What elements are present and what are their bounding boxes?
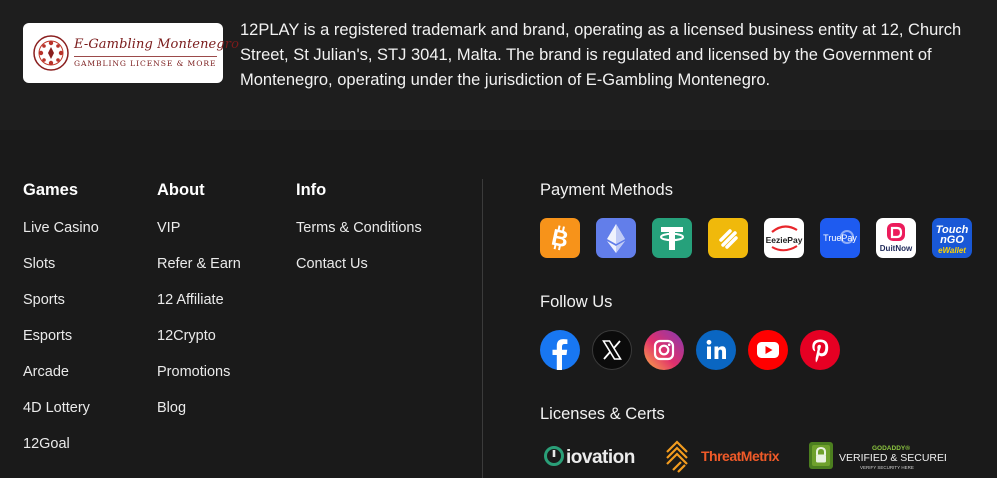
e-gambling-montenegro-badge[interactable]: E-Gambling Montenegro GAMBLING LICENSE &… (23, 23, 239, 83)
godaddy-verified-secured-badge[interactable]: GODADDY® VERIFIED & SECURED VERIFY SECUR… (808, 436, 952, 476)
godaddy-verified-label: VERIFIED & SECURED (839, 452, 946, 464)
footer-column-title: Games (23, 181, 79, 199)
footer-column-info: Info Terms & Conditions Contact Us (296, 180, 422, 290)
footer-link-live-casino[interactable]: Live Casino (23, 218, 99, 254)
footer-link-sports[interactable]: Sports (23, 290, 99, 326)
footer-link-refer-earn[interactable]: Refer & Earn (157, 254, 241, 290)
truepay-label: TruePay (823, 233, 857, 243)
touch-n-go-label-bottom: eWallet (938, 246, 966, 255)
iovation-logo[interactable]: iovation (544, 436, 644, 476)
follow-us-title: Follow Us (540, 293, 613, 311)
footer-link-arcade[interactable]: Arcade (23, 362, 99, 398)
footer-divider (482, 179, 483, 478)
license-statement: 12PLAY is a registered trademark and bra… (240, 21, 962, 89)
threatmetrix-logo[interactable]: ThreatMetrix (664, 436, 792, 476)
eeziepay-label: EeziePay (766, 235, 803, 245)
badge-subtitle: GAMBLING LICENSE & MORE (74, 59, 217, 68)
footer-column-title: Info (296, 181, 327, 199)
licenses-certs-title: Licenses & Certs (540, 405, 665, 423)
footer-link-blog[interactable]: Blog (157, 398, 241, 434)
youtube-icon[interactable] (748, 330, 788, 370)
touch-n-go-label-mid: nGO (940, 234, 964, 246)
truepay-icon[interactable]: TruePay (820, 218, 860, 258)
godaddy-brand-label: GODADDY® (872, 444, 910, 452)
tether-icon[interactable] (652, 218, 692, 258)
eeziepay-icon[interactable]: EeziePay (764, 218, 804, 258)
footer-link-terms-conditions[interactable]: Terms & Conditions (296, 218, 422, 254)
footer-link-12crypto[interactable]: 12Crypto (157, 326, 241, 362)
seal-icon (33, 35, 69, 71)
footer-link-12-affiliate[interactable]: 12 Affiliate (157, 290, 241, 326)
binance-pay-icon[interactable] (708, 218, 748, 258)
license-section: E-Gambling Montenegro GAMBLING LICENSE &… (0, 0, 997, 130)
badge-title: E-Gambling Montenegro (74, 37, 240, 52)
linkedin-icon[interactable] (696, 330, 736, 370)
footer (0, 130, 997, 478)
footer-link-12goal[interactable]: 12Goal (23, 434, 99, 470)
bitcoin-icon[interactable]: B (540, 218, 580, 258)
threatmetrix-label: ThreatMetrix (701, 448, 780, 464)
footer-column-games: Games Live Casino Slots Sports Esports A… (23, 180, 99, 470)
touch-n-go-icon[interactable]: Touch nGO eWallet (932, 218, 972, 258)
godaddy-verify-label: VERIFY SECURITY HERE (860, 465, 914, 470)
payment-methods-title: Payment Methods (540, 181, 673, 199)
footer-link-vip[interactable]: VIP (157, 218, 241, 254)
facebook-icon[interactable] (540, 330, 580, 370)
footer-column-title: About (157, 181, 205, 199)
ethereum-icon[interactable] (596, 218, 636, 258)
pinterest-icon[interactable] (800, 330, 840, 370)
duitnow-label: DuitNow (880, 244, 913, 253)
footer-link-4d-lottery[interactable]: 4D Lottery (23, 398, 99, 434)
instagram-icon[interactable] (644, 330, 684, 370)
footer-link-esports[interactable]: Esports (23, 326, 99, 362)
footer-link-contact-us[interactable]: Contact Us (296, 254, 422, 290)
footer-column-about: About VIP Refer & Earn 12 Affiliate 12Cr… (157, 180, 241, 434)
footer-link-promotions[interactable]: Promotions (157, 362, 241, 398)
duitnow-icon[interactable]: DuitNow (876, 218, 916, 258)
x-twitter-icon[interactable] (592, 330, 632, 370)
footer-link-slots[interactable]: Slots (23, 254, 99, 290)
badge-divider (74, 56, 217, 57)
iovation-label: iovation (566, 447, 635, 468)
